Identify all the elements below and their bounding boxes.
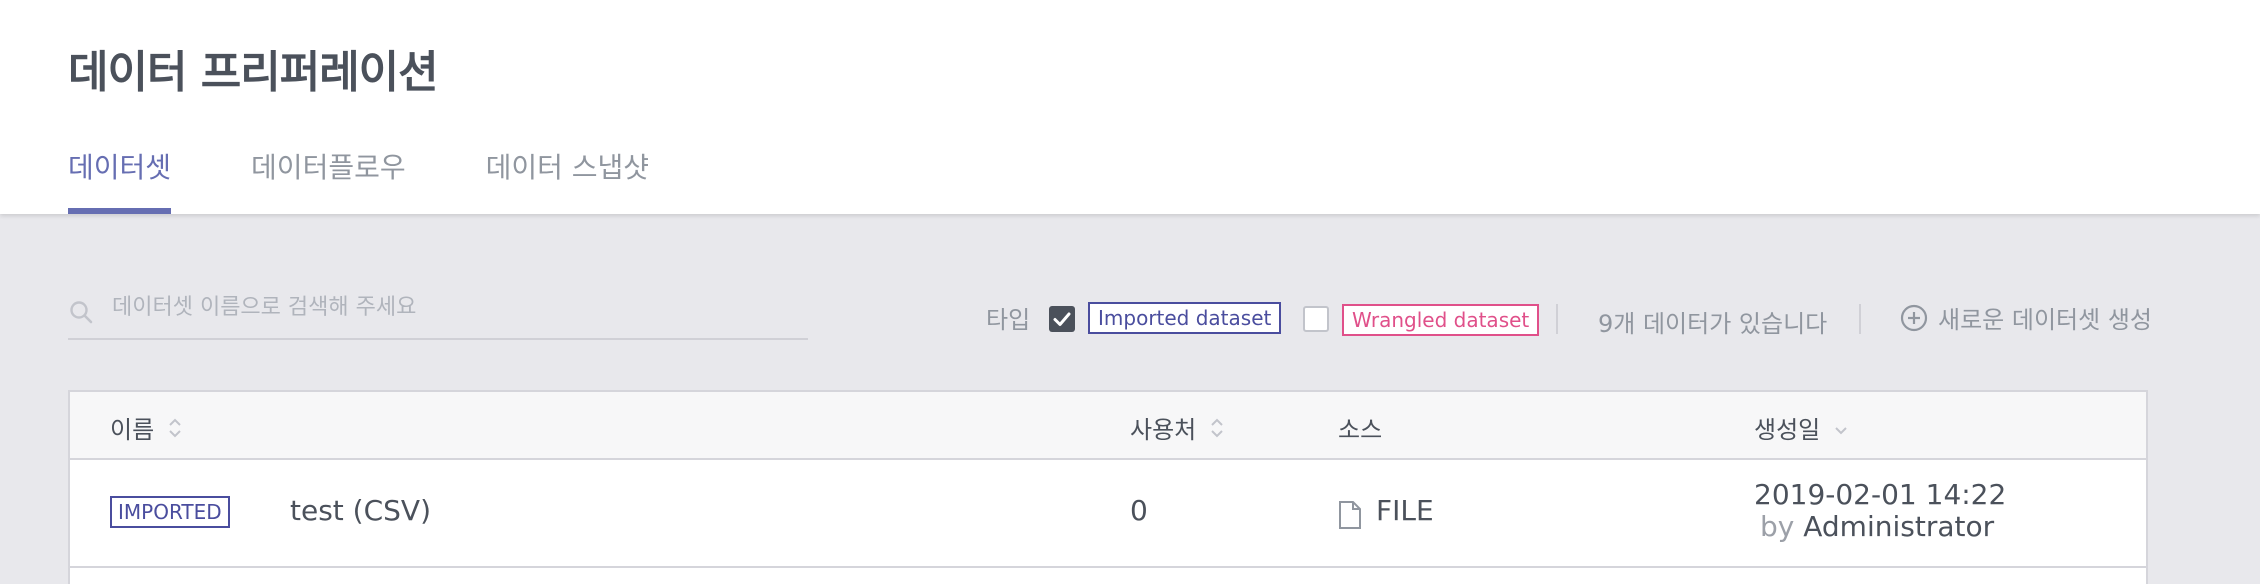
column-header-label: 소스: [1338, 416, 1383, 444]
table-header: 이름 사용처 소스 생성일: [70, 392, 2146, 460]
column-header-label: 생성일: [1754, 416, 1821, 444]
divider: [1859, 304, 1861, 334]
imported-dataset-checkbox[interactable]: [1049, 306, 1075, 332]
column-header-created[interactable]: 생성일: [1754, 410, 1848, 445]
file-icon: [1339, 501, 1361, 529]
table-row[interactable]: IMPORTED test (CSV) 0 FILE 2019-02-01 14…: [70, 460, 2146, 568]
imported-dataset-badge[interactable]: Imported dataset: [1088, 302, 1282, 334]
dataset-name[interactable]: test (CSV): [290, 494, 431, 527]
tab-data-snapshot[interactable]: 데이터 스냅샷: [486, 148, 649, 214]
create-dataset-label: 새로운 데이터셋 생성: [1938, 306, 2152, 334]
sort-icon: [169, 418, 181, 437]
column-header-usage[interactable]: 사용처: [1130, 410, 1224, 445]
column-header-source: 소스: [1338, 410, 1382, 445]
divider: [1556, 304, 1558, 334]
dataset-table: 이름 사용처 소스 생성일 IMPORTED test (CSV) 0 FILE…: [68, 390, 2148, 584]
page-title: 데이터 프리퍼레이션: [68, 47, 439, 98]
checkmark-icon: [1053, 312, 1071, 326]
tab-dataflow[interactable]: 데이터플로우: [251, 148, 406, 214]
source-type: FILE: [1376, 494, 1434, 527]
create-dataset-button[interactable]: 새로운 데이터셋 생성: [1900, 300, 2152, 335]
created-by-prefix: by: [1760, 510, 1795, 543]
usage-count: 0: [1130, 494, 1148, 527]
add-circle-icon: [1900, 304, 1928, 331]
created-by-user: Administrator: [1803, 510, 1995, 543]
column-header-label: 사용처: [1130, 416, 1197, 444]
search-icon: [70, 301, 93, 324]
created-date: 2019-02-01 14:22: [1754, 478, 2007, 511]
search-input[interactable]: 데이터셋 이름으로 검색해 주세요: [112, 288, 416, 328]
column-header-label: 이름: [110, 416, 155, 444]
page-header: 데이터 프리퍼레이션 데이터셋 데이터플로우 데이터 스냅샷: [0, 0, 2260, 214]
sort-icon: [1211, 418, 1223, 437]
imported-type-badge: IMPORTED: [110, 496, 230, 528]
sort-desc-icon: [1835, 426, 1847, 434]
search-field[interactable]: 데이터셋 이름으로 검색해 주세요: [68, 288, 808, 340]
dataset-count: 9개 데이터가 있습니다: [1598, 310, 1828, 338]
wrangled-dataset-badge[interactable]: Wrangled dataset: [1342, 304, 1540, 336]
wrangled-dataset-checkbox[interactable]: [1303, 306, 1329, 332]
column-header-name[interactable]: 이름: [110, 410, 182, 445]
tab-dataset[interactable]: 데이터셋: [68, 148, 172, 214]
created-by: by Administrator: [1760, 510, 1994, 543]
type-filter-label: 타입: [986, 306, 1031, 334]
tab-bar: 데이터셋 데이터플로우 데이터 스냅샷: [68, 148, 729, 214]
